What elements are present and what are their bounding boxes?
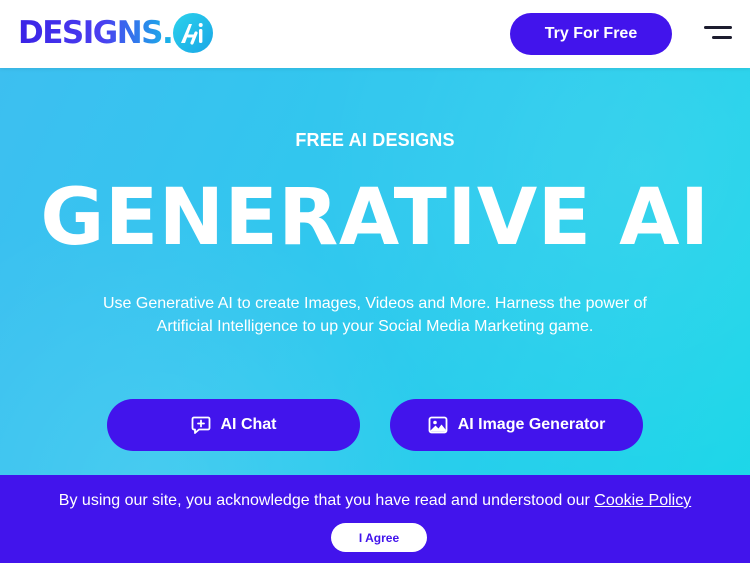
- ai-chat-label: AI Chat: [220, 416, 277, 433]
- logo-ai-badge-icon: [173, 13, 214, 53]
- cookie-message-text: By using our site, you acknowledge that …: [58, 492, 590, 509]
- logo-wordmark: DESIGNS.: [18, 15, 174, 51]
- hero-headline: GENERATIVE AI: [40, 173, 710, 263]
- menu-line: [704, 26, 732, 29]
- cookie-policy-link[interactable]: Cookie Policy: [594, 492, 691, 509]
- hero-subtext: Use Generative AI to create Images, Vide…: [103, 295, 647, 335]
- site-header: DESIGNS. Try For Free: [0, 0, 750, 68]
- ai-image-generator-label: AI Image Generator: [457, 416, 606, 433]
- ai-chat-button[interactable]: AI Chat: [107, 399, 360, 451]
- chat-plus-icon: [191, 415, 211, 435]
- image-icon: [428, 415, 448, 435]
- hero-eyebrow: FREE AI DESIGNS: [295, 130, 455, 150]
- i-agree-button[interactable]: I Agree: [331, 523, 427, 552]
- hamburger-menu-icon[interactable]: [700, 24, 732, 46]
- menu-line: [712, 36, 732, 39]
- logo[interactable]: DESIGNS.: [18, 13, 214, 53]
- try-for-free-button[interactable]: Try For Free: [510, 13, 672, 55]
- cookie-banner: By using our site, you acknowledge that …: [0, 475, 750, 563]
- ai-image-generator-button[interactable]: AI Image Generator: [390, 399, 643, 451]
- cookie-message: By using our site, you acknowledge that …: [0, 492, 750, 510]
